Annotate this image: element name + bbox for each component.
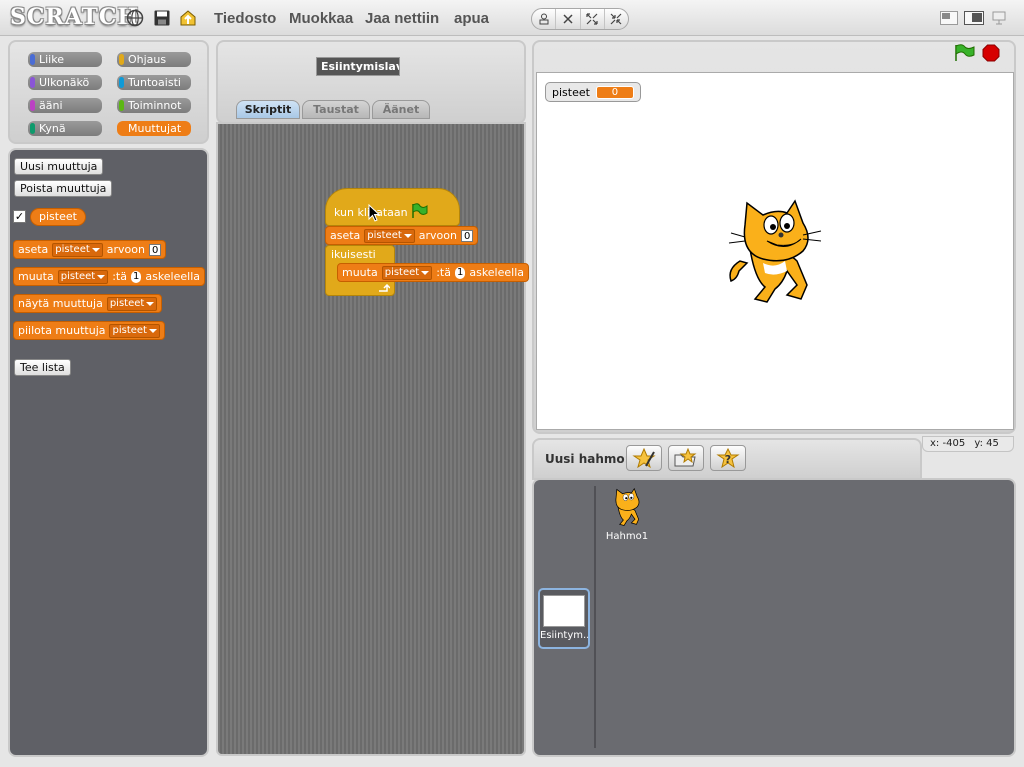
palette-set-block[interactable]: aseta pisteet arvoon 0 (13, 240, 167, 259)
palette-change-block[interactable]: muuta pisteet :tä 1 askeleella (13, 267, 206, 286)
category-sensing[interactable]: Tuntoaisti (117, 75, 191, 90)
tab-sounds[interactable]: Äänet (372, 100, 430, 119)
cat-thumbnail-icon (615, 487, 640, 526)
menu-file[interactable]: Tiedosto (214, 10, 276, 27)
script-change-dropdown[interactable]: pisteet (381, 265, 433, 280)
set-suffix: arvoon (106, 243, 145, 256)
category-variables[interactable]: Muuttujat (117, 121, 191, 136)
variable-checkbox[interactable]: ✓ (13, 210, 26, 223)
category-control[interactable]: Ohjaus (117, 52, 191, 67)
script-set-dropdown[interactable]: pisteet (364, 228, 415, 243)
when-flag-clicked-hat-block[interactable]: kun klikataan (325, 188, 460, 226)
paint-sprite-icon (632, 448, 656, 468)
share-icon[interactable] (179, 9, 197, 27)
stage-thumbnail-label: Esiintym.. (540, 630, 588, 641)
normal-stage-mode-icon[interactable] (964, 11, 984, 25)
script-change-suffix-2: askeleella (469, 266, 525, 279)
duplicate-stamp-icon[interactable] (532, 9, 557, 29)
script-set-label: aseta (330, 229, 361, 242)
hide-dropdown[interactable]: pisteet (109, 323, 160, 338)
change-suffix: :tä (112, 270, 127, 283)
save-icon[interactable] (153, 9, 171, 27)
monitor-value: 0 (595, 85, 634, 99)
menu-help[interactable]: apua (454, 10, 489, 27)
loop-arrow-icon (379, 284, 390, 292)
open-sprite-file-button[interactable] (668, 445, 704, 471)
x-value: -405 (942, 438, 966, 449)
tab-costumes[interactable]: Taustat (302, 100, 370, 119)
mouse-cursor-icon (368, 204, 380, 222)
menu-share[interactable]: Jaa nettiin (365, 10, 439, 27)
y-label: y: (974, 438, 983, 449)
stage-canvas[interactable]: pisteet 0 (536, 72, 1014, 430)
change-dropdown[interactable]: pisteet (57, 269, 109, 284)
category-operators[interactable]: Toiminnot (117, 98, 191, 113)
green-flag-icon (412, 203, 428, 218)
delete-scissors-icon[interactable] (556, 9, 581, 29)
stage-thumbnail-preview (543, 595, 585, 627)
stage-thumbnail[interactable]: Esiintym.. (538, 588, 590, 649)
menu-edit[interactable]: Muokkaa (289, 10, 353, 27)
script-set-value[interactable]: 0 (461, 229, 474, 242)
script-change-suffix: :tä (436, 266, 451, 279)
category-sound[interactable]: ääni (28, 98, 102, 113)
sprite-thumbnail[interactable]: Hahmo1 (604, 487, 650, 546)
cat-sprite[interactable] (725, 199, 825, 309)
change-suffix-2: askeleella (145, 270, 201, 283)
small-stage-mode-icon[interactable] (940, 11, 958, 25)
globe-icon[interactable] (126, 9, 144, 27)
palette-hide-variable-block[interactable]: piilota muuttuja pisteet (13, 321, 165, 340)
green-flag-button-icon[interactable] (953, 44, 975, 62)
x-label: x: (930, 438, 940, 449)
mouse-coordinates: x: -405 y: 45 (922, 436, 1014, 452)
forever-label: ikuisesti (331, 248, 376, 261)
sprite-list-divider (594, 486, 596, 748)
script-set-block[interactable]: aseta pisteet arvoon 0 (325, 226, 479, 245)
delete-variable-button[interactable]: Poista muuttuja (14, 180, 113, 197)
top-bar: SCRATCH Tiedosto Muokkaa Jaa nettiin apu… (0, 0, 1024, 36)
show-label: näytä muuttuja (18, 297, 103, 310)
palette-show-variable-block[interactable]: näytä muuttuja pisteet (13, 294, 163, 313)
svg-text:?: ? (725, 453, 731, 466)
script-change-value[interactable]: 1 (454, 266, 466, 279)
new-sprite-label: Uusi hahmo: (545, 452, 630, 466)
stop-sign-icon[interactable] (982, 44, 1000, 62)
category-pen[interactable]: Kynä (28, 121, 102, 136)
change-label: muuta (18, 270, 54, 283)
sprite-name-field[interactable]: Esiintymislava (316, 57, 400, 76)
show-dropdown[interactable]: pisteet (106, 296, 158, 311)
category-motion[interactable]: Liike (28, 52, 102, 67)
variable-monitor[interactable]: pisteet 0 (545, 82, 641, 102)
surprise-sprite-button[interactable]: ? (710, 445, 746, 471)
category-looks[interactable]: Ulkonäkö (28, 75, 102, 90)
hide-label: piilota muuttuja (18, 324, 106, 337)
shrink-icon[interactable] (605, 9, 628, 29)
grow-icon[interactable] (581, 9, 605, 29)
change-value[interactable]: 1 (130, 270, 142, 283)
sprite-name: Hahmo1 (605, 531, 649, 542)
variable-reporter[interactable]: pisteet (30, 208, 86, 226)
set-dropdown[interactable]: pisteet (52, 242, 103, 257)
paint-new-sprite-button[interactable] (626, 445, 662, 471)
monitor-label: pisteet (552, 85, 590, 99)
set-label: aseta (18, 243, 49, 256)
script-change-block[interactable]: muuta pisteet :tä 1 askeleella (337, 263, 530, 282)
set-value[interactable]: 0 (149, 243, 162, 256)
cursor-tools (531, 8, 629, 30)
scratch-logo: SCRATCH (10, 4, 140, 30)
y-value: 45 (986, 438, 999, 449)
script-set-suffix: arvoon (418, 229, 457, 242)
presentation-mode-icon[interactable] (991, 10, 1007, 26)
surprise-sprite-icon: ? (716, 448, 740, 468)
folder-sprite-icon (674, 448, 697, 467)
script-change-label: muuta (342, 266, 378, 279)
new-variable-button[interactable]: Uusi muuttuja (14, 158, 104, 175)
tab-scripts[interactable]: Skriptit (236, 100, 300, 119)
make-list-button[interactable]: Tee lista (14, 359, 71, 376)
